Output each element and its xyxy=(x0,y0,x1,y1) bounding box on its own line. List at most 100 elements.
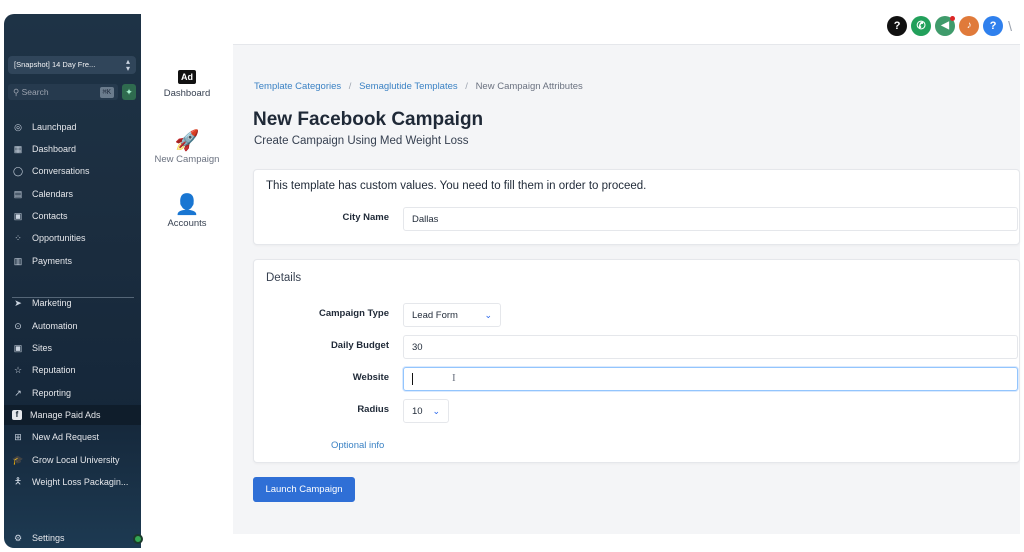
app-nav-label: Accounts xyxy=(167,218,207,229)
search-placeholder: Search xyxy=(21,87,49,97)
sidebar-item-label: Manage Paid Ads xyxy=(30,410,101,420)
sidebar-item-payments[interactable]: ▥ Payments xyxy=(4,251,141,271)
ads-app-nav: Ad Dashboard 🚀 New Campaign 👤 Accounts xyxy=(141,44,233,534)
sidebar-search-input[interactable]: ⚲ Search ⌘K xyxy=(8,84,118,100)
sidebar-item-label: Dashboard xyxy=(32,144,77,154)
search-icon: ⚲ xyxy=(13,87,20,97)
daily-budget-label: Daily Budget xyxy=(330,340,389,351)
bell-icon[interactable]: ♪ xyxy=(959,16,980,36)
sidebar-item-label: Sites xyxy=(32,343,53,353)
opportunities-icon: ⁘ xyxy=(14,232,22,243)
sidebar-item-grow-local-university[interactable]: 🎓 Grow Local University xyxy=(4,450,141,470)
launch-campaign-button[interactable]: Launch Campaign xyxy=(253,477,355,502)
custom-values-card: This template has custom values. You nee… xyxy=(253,169,1020,245)
sidebar-item-reporting[interactable]: ↗ Reporting xyxy=(4,383,141,403)
graduation-icon: 🎓 xyxy=(12,454,24,465)
sidebar-item-manage-paid-ads[interactable]: f Manage Paid Ads xyxy=(4,405,141,425)
switcher-arrows-icon: ▴ ▾ xyxy=(125,57,130,73)
user-settings-icon: 👤 xyxy=(174,194,200,216)
help-icon[interactable]: ? xyxy=(887,16,908,36)
chevron-down-icon: ⌄ xyxy=(484,309,492,320)
facebook-icon: f xyxy=(12,410,22,420)
optional-info-link[interactable]: Optional info xyxy=(331,440,384,451)
daily-budget-input[interactable]: 30 xyxy=(403,335,1018,359)
city-name-input[interactable]: Dallas xyxy=(403,207,1018,231)
sidebar-item-reputation[interactable]: ☆ Reputation xyxy=(4,360,141,380)
breadcrumb-current: New Campaign Attributes xyxy=(475,81,583,92)
city-name-label: City Name xyxy=(342,212,389,223)
sidebar-item-label: Conversations xyxy=(32,166,90,176)
radius-select[interactable]: 10 ⌄ xyxy=(403,399,449,423)
sidebar-item-launchpad[interactable]: ◎ Launchpad xyxy=(4,117,141,137)
custom-values-notice: This template has custom values. You nee… xyxy=(266,180,647,192)
question-icon[interactable]: ? xyxy=(983,16,1004,36)
app-nav-dashboard[interactable]: Ad Dashboard xyxy=(141,70,233,99)
automation-icon: ⊙ xyxy=(14,320,22,331)
notification-badge xyxy=(950,16,956,21)
payments-icon: ▥ xyxy=(13,255,23,266)
account-switcher[interactable]: [Snapshot] 14 Day Fre... ▴ ▾ xyxy=(8,56,136,74)
daily-budget-value: 30 xyxy=(412,341,423,353)
sidebar-item-marketing[interactable]: ➤ Marketing xyxy=(4,293,141,313)
sidebar-item-label: Payments xyxy=(32,256,73,266)
online-status-indicator xyxy=(133,534,143,544)
rocket-icon: ◎ xyxy=(14,121,22,132)
quick-add-icon[interactable]: ✦ xyxy=(122,84,136,100)
sidebar-item-contacts[interactable]: ▣ Contacts xyxy=(4,206,141,226)
ibeam-cursor-icon: I xyxy=(452,372,456,384)
dashboard-icon: ▦ xyxy=(13,143,23,154)
breadcrumb-template-categories[interactable]: Template Categories xyxy=(254,81,341,92)
calendar-icon: ▤ xyxy=(13,188,23,199)
phone-icon[interactable]: ✆ xyxy=(911,16,932,36)
account-switcher-label: [Snapshot] 14 Day Fre... xyxy=(14,60,96,69)
sidebar-item-label: Automation xyxy=(32,321,78,331)
page-title: New Facebook Campaign xyxy=(253,109,484,130)
sites-icon: ▣ xyxy=(13,342,23,353)
sidebar-item-dashboard[interactable]: ▦ Dashboard xyxy=(4,139,141,159)
rocket-icon: 🚀 xyxy=(174,130,200,152)
website-input[interactable]: I xyxy=(403,367,1018,391)
sidebar-item-label: Weight Loss Packagin... xyxy=(32,477,129,487)
breadcrumb-semaglutide-templates[interactable]: Semaglutide Templates xyxy=(359,81,458,92)
megaphone-icon[interactable]: ◀ xyxy=(935,16,956,36)
contacts-icon: ▣ xyxy=(13,210,23,221)
chevron-down-icon: ⌄ xyxy=(432,405,440,416)
radius-value: 10 xyxy=(412,405,423,417)
details-card: Details Campaign Type Lead Form ⌄ Daily … xyxy=(253,259,1020,463)
sidebar-item-automation[interactable]: ⊙ Automation xyxy=(4,316,141,336)
campaign-type-select[interactable]: Lead Form ⌄ xyxy=(403,303,501,327)
app-nav-label: Dashboard xyxy=(163,88,211,99)
breadcrumb: Template Categories / Semaglutide Templa… xyxy=(254,81,583,92)
main-sidebar: [Snapshot] 14 Day Fre... ▴ ▾ ⚲ Search ⌘K … xyxy=(4,14,141,548)
sidebar-item-weight-loss-packaging[interactable]: 🯅 Weight Loss Packagin... xyxy=(4,472,141,492)
sidebar-item-label: New Ad Request xyxy=(32,432,100,442)
sidebar-item-sites[interactable]: ▣ Sites xyxy=(4,338,141,358)
app-nav-accounts[interactable]: 👤 Accounts xyxy=(141,194,233,229)
sidebar-item-new-ad-request[interactable]: ⊞ New Ad Request xyxy=(4,427,141,447)
details-heading: Details xyxy=(266,272,302,284)
sidebar-item-label: Launchpad xyxy=(32,122,77,132)
ad-badge-icon: Ad xyxy=(178,70,196,84)
breadcrumb-separator: / xyxy=(348,81,352,92)
app-nav-label: New Campaign xyxy=(154,154,220,165)
sidebar-item-calendars[interactable]: ▤ Calendars xyxy=(4,184,141,204)
sidebar-item-label: Calendars xyxy=(32,189,74,199)
website-label: Website xyxy=(352,372,389,383)
city-name-value: Dallas xyxy=(412,213,439,225)
gear-icon: ⚙ xyxy=(13,532,23,543)
sidebar-item-label: Reporting xyxy=(32,388,72,398)
app-nav-new-campaign[interactable]: 🚀 New Campaign xyxy=(141,130,233,165)
sidebar-item-label: Settings xyxy=(32,533,65,543)
sidebar-item-label: Reputation xyxy=(32,365,76,375)
plus-square-icon: ⊞ xyxy=(14,431,22,442)
search-shortcut: ⌘K xyxy=(99,87,114,98)
chat-icon: ◯ xyxy=(12,165,24,176)
radius-label: Radius xyxy=(357,404,389,415)
sidebar-item-opportunities[interactable]: ⁘ Opportunities xyxy=(4,228,141,248)
campaign-type-label: Campaign Type xyxy=(318,308,389,319)
breadcrumb-separator: / xyxy=(465,81,468,92)
main-content: Template Categories / Semaglutide Templa… xyxy=(233,44,1020,534)
sidebar-item-conversations[interactable]: ◯ Conversations xyxy=(4,161,141,181)
send-icon: ➤ xyxy=(14,297,22,308)
sidebar-item-settings[interactable]: ⚙ Settings xyxy=(4,528,141,548)
